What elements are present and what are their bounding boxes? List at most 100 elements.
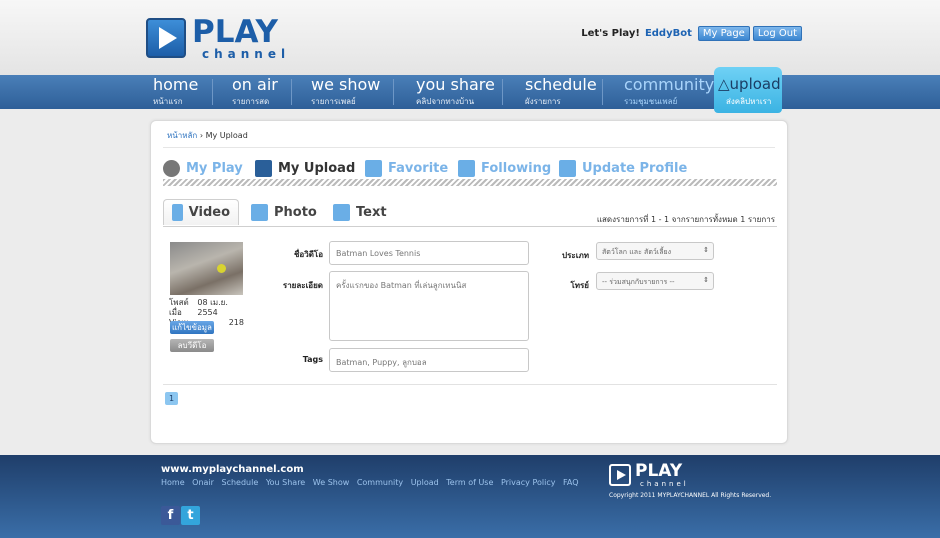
footer-link-faq[interactable]: FAQ [563, 478, 579, 487]
footer-link-privacy[interactable]: Privacy Policy [501, 478, 556, 487]
footer-link-you-share[interactable]: You Share [266, 478, 305, 487]
footer-site-url[interactable]: www.myplaychannel.com [161, 464, 304, 475]
tab-my-upload[interactable]: My Upload [255, 157, 355, 179]
upload-sublabel: ส่งคลิปหาเรา [726, 97, 772, 106]
category-label: ประเภท [562, 251, 589, 260]
posted-row: โพสต์เมื่อ 08 เม.ย. 2554 [169, 298, 244, 318]
footer-link-upload[interactable]: Upload [411, 478, 439, 487]
nav-label: on air [232, 75, 278, 94]
nav-upload[interactable]: △upload ส่งคลิปหาเรา [714, 67, 782, 113]
tab-label: My Upload [278, 160, 356, 176]
category-select[interactable]: สัตว์โลก และ สัตว์เลี้ยง ⇕ [596, 242, 714, 260]
edit-video-button[interactable]: แก้ไขข้อมูล [170, 321, 214, 334]
lets-play-text: Let's Play! [581, 28, 640, 39]
hatch-divider [163, 179, 777, 186]
view-count: 218 [228, 318, 244, 327]
upload-text: upload [729, 75, 781, 93]
footer-link-terms[interactable]: Term of Use [446, 478, 493, 487]
my-page-button[interactable]: My Page [697, 26, 750, 41]
facebook-icon[interactable]: f [161, 506, 180, 525]
tab-update-profile[interactable]: Update Profile [559, 157, 687, 179]
star-icon [365, 159, 382, 177]
video-name-label: ชื่อวิดีโอ [293, 250, 323, 259]
result-count-text: แสดงรายการที่ 1 - 1 จากรายการทั้งหมด 1 ร… [596, 215, 775, 224]
footer-link-onair[interactable]: Onair [192, 478, 214, 487]
subtab-label: Photo [274, 204, 317, 220]
nav-label: we show [311, 75, 381, 94]
profile-tabs: My Play My Upload Favorite Following Upd… [163, 157, 777, 179]
film-icon [255, 159, 272, 177]
subtab-label: Text [356, 204, 387, 220]
theme-select[interactable]: -- ร่วมสนุกกับรายการ -- ⇕ [596, 272, 714, 290]
footer-link-home[interactable]: Home [161, 478, 185, 487]
site-header: PLAY channel Let's Play! EddyBot My Page… [0, 0, 940, 75]
breadcrumb-separator: › [199, 131, 204, 140]
social-links: f t [161, 506, 200, 525]
image-icon [251, 203, 268, 221]
delete-video-button[interactable]: ลบวีดีโอ [170, 339, 214, 352]
main-panel: หน้าหลัก › My Upload My Play My Upload F… [150, 120, 788, 444]
user-area: Let's Play! EddyBot My Page Log Out [581, 26, 802, 41]
footer-link-schedule[interactable]: Schedule [222, 478, 259, 487]
divider [163, 226, 777, 227]
nav-sublabel: รวมชุมชนเพลย์ [624, 97, 678, 106]
subtab-label: Video [188, 205, 230, 220]
theme-label: โทรย์ [570, 281, 589, 290]
twitter-icon[interactable]: t [181, 506, 200, 525]
tab-my-play[interactable]: My Play [163, 157, 243, 179]
nav-divider [602, 79, 603, 105]
tab-label: My Play [186, 160, 243, 176]
video-thumbnail[interactable] [170, 242, 243, 295]
document-icon [333, 203, 350, 221]
main-nav: home หน้าแรก on air รายการสด we show ราย… [0, 75, 940, 109]
footer-link-community[interactable]: Community [357, 478, 403, 487]
category-value: สัตว์โลก และ สัตว์เลี้ยง [602, 248, 671, 256]
nav-sublabel: รายการเพลย์ [311, 97, 356, 106]
film-icon [172, 204, 183, 221]
edit-icon [559, 159, 576, 177]
select-arrows-icon: ⇕ [703, 276, 709, 284]
nav-sublabel: คลิปจากทางบ้าน [416, 97, 475, 106]
nav-label: community [624, 75, 715, 94]
site-footer: www.myplaychannel.com Home Onair Schedul… [0, 455, 940, 538]
video-name-input[interactable]: Batman Loves Tennis [329, 241, 529, 265]
nav-label: schedule [525, 75, 597, 94]
play-logo-icon [609, 464, 631, 486]
avatar-icon [163, 159, 180, 177]
description-textarea[interactable]: ครั้งแรกของ Batman ที่เล่นลูกเทนนิส [329, 271, 529, 341]
nav-sublabel: หน้าแรก [153, 97, 183, 106]
nav-divider [212, 79, 213, 105]
nav-sublabel: ผังรายการ [525, 97, 561, 106]
subtab-photo[interactable]: Photo [243, 199, 325, 225]
play-logo-icon [146, 18, 186, 58]
footer-link-we-show[interactable]: We Show [313, 478, 350, 487]
tab-following[interactable]: Following [458, 157, 551, 179]
tab-label: Favorite [388, 160, 449, 176]
logo-channel-text: channel [640, 480, 689, 488]
divider [163, 147, 775, 148]
breadcrumb-current: My Upload [205, 131, 248, 140]
nav-divider [291, 79, 292, 105]
subtab-text[interactable]: Text [325, 199, 395, 225]
upload-label: △upload [718, 75, 781, 93]
posted-label: โพสต์เมื่อ [169, 298, 189, 317]
nav-label: home [153, 75, 199, 94]
breadcrumb: หน้าหลัก › My Upload [167, 129, 248, 142]
subtab-video[interactable]: Video [163, 199, 239, 225]
logo-play-text: PLAY [192, 14, 278, 50]
breadcrumb-home-link[interactable]: หน้าหลัก [167, 131, 197, 140]
tags-input[interactable]: Batman, Puppy, ลูกบอล [329, 348, 529, 372]
select-arrows-icon: ⇕ [703, 246, 709, 254]
theme-value: -- ร่วมสนุกกับรายการ -- [602, 278, 675, 286]
copyright-text: Copyright 2011 MYPLAYCHANNEL All Rights … [609, 492, 772, 499]
tab-label: Update Profile [582, 160, 688, 176]
play-channel-logo[interactable]: PLAY channel [146, 14, 285, 61]
tags-label: Tags [302, 355, 323, 364]
logout-button[interactable]: Log Out [752, 26, 802, 41]
page-1-button[interactable]: 1 [165, 392, 178, 405]
description-label: รายละเอียด [282, 281, 323, 290]
footer-logo: PLAY channel [609, 461, 699, 490]
username-link[interactable]: EddyBot [645, 28, 692, 39]
nav-divider [393, 79, 394, 105]
tab-favorite[interactable]: Favorite [365, 157, 448, 179]
